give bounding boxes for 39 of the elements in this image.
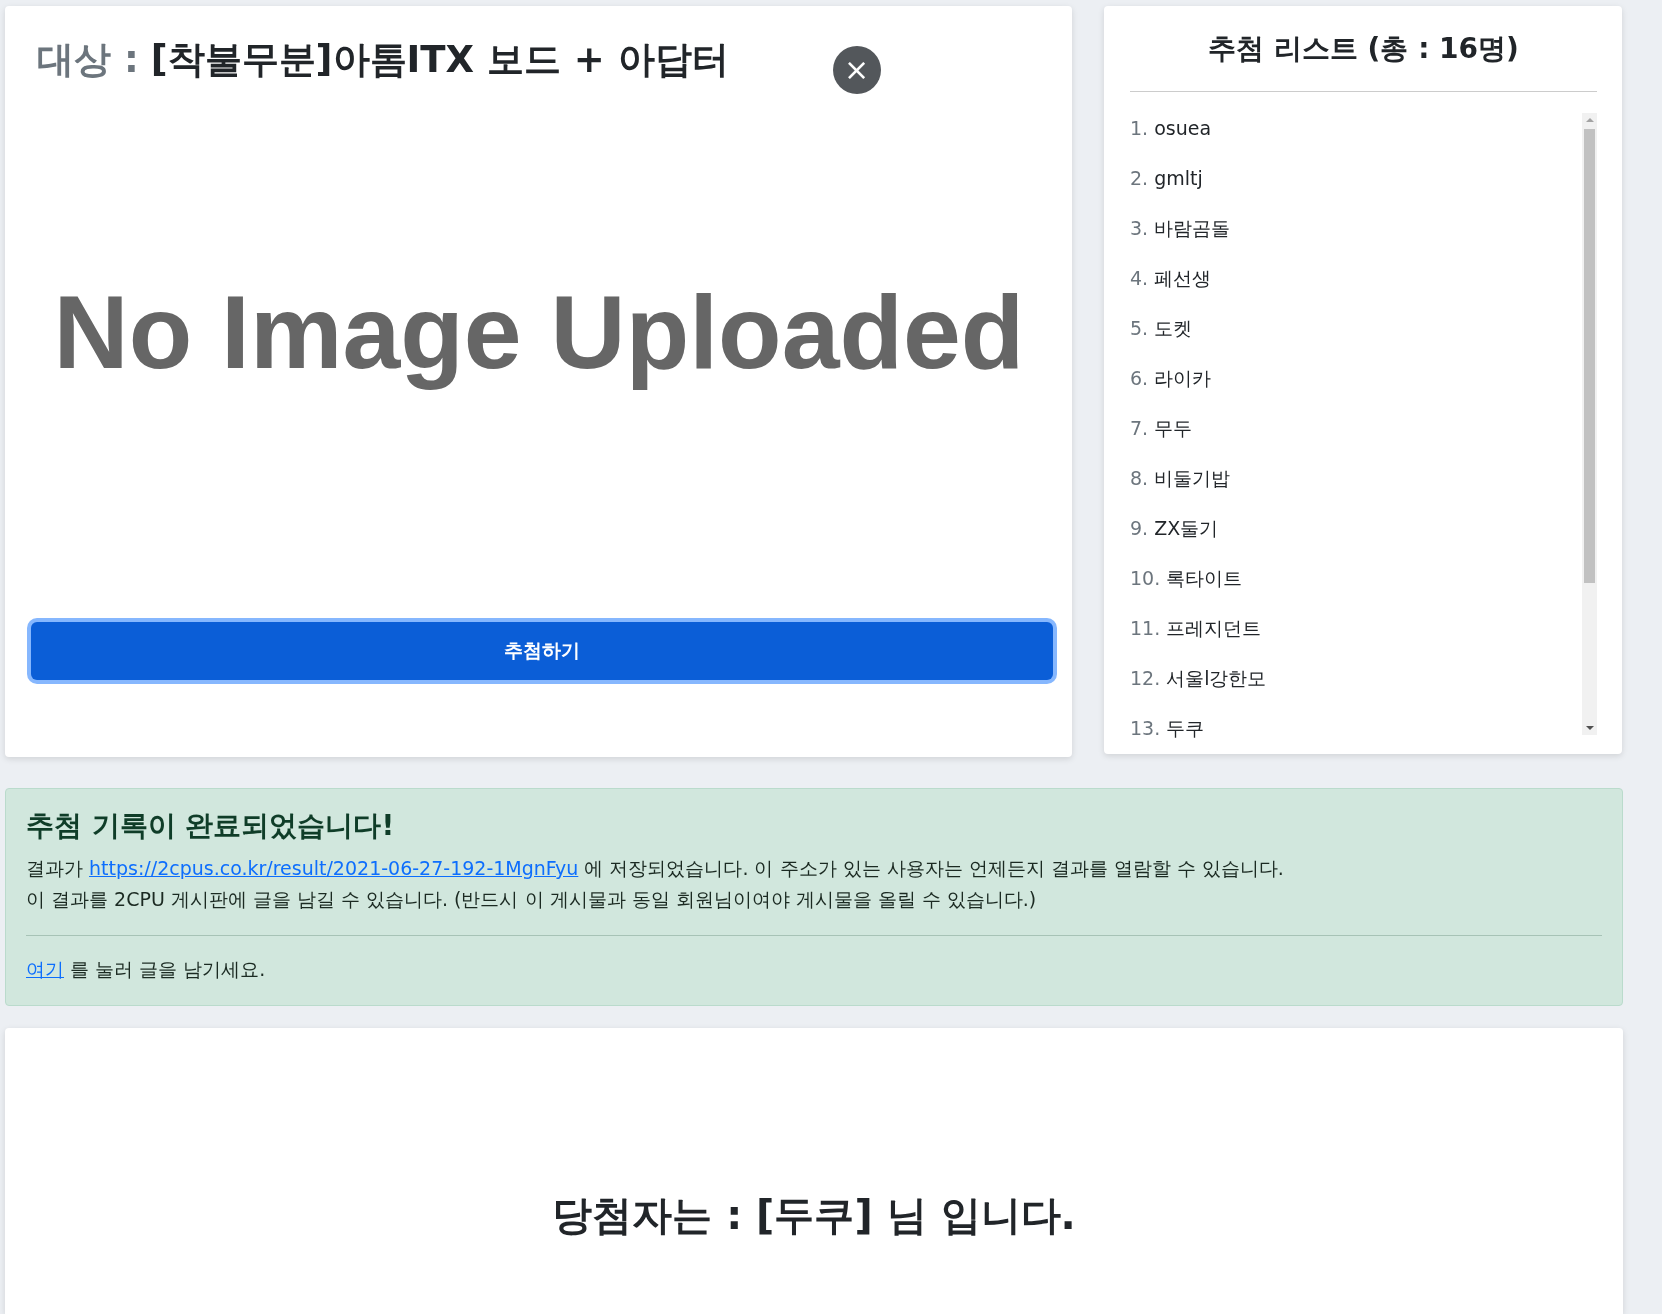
close-button[interactable]: ×	[832, 46, 881, 94]
target-label: 대상 :	[37, 37, 139, 83]
entry-name: 바람곰돌	[1154, 216, 1231, 241]
entry-list-title: 추첨 리스트 (총 : 16명)	[1130, 6, 1597, 92]
entry-number: 1.	[1130, 116, 1149, 141]
entry-name: 무두	[1154, 416, 1193, 441]
entry-name: ZX둘기	[1154, 516, 1219, 541]
target-title: [착불무분]아톰ITX 보드 + 아답터	[150, 37, 729, 83]
result-link[interactable]: https://2cpus.co.kr/result/2021-06-27-192-1MgnFyu	[89, 857, 579, 879]
entry-name: 도켓	[1154, 316, 1193, 341]
entry-number: 10.	[1130, 566, 1161, 591]
entry-number: 9.	[1130, 516, 1149, 541]
entry-number: 8.	[1130, 466, 1149, 491]
entry-number: 2.	[1130, 166, 1149, 191]
winner-text: 당첨자는 : [두쿠] 님 입니다.	[552, 1191, 1076, 1240]
entry-number: 13.	[1130, 716, 1161, 741]
entry-number: 11.	[1130, 616, 1161, 641]
entry-name: 라이카	[1154, 366, 1212, 391]
entry-name: osuea	[1154, 116, 1212, 141]
post-instruction-text: 여기 를 눌러 글을 남기세요.	[26, 957, 267, 982]
entry-name: 페선생	[1154, 266, 1212, 291]
entry-name: gmltj	[1154, 166, 1203, 191]
entry-name: 프레지던트	[1166, 616, 1262, 641]
entry-name: 두쿠	[1166, 716, 1205, 741]
entry-number: 6.	[1130, 366, 1149, 391]
entry-number: 4.	[1130, 266, 1149, 291]
board-notice-text: 이 결과를 2CPU 게시판에 글을 남길 수 있습니다. (반드시 이 게시물과 동일 회원님이여야 게시물을 올릴 수 있습니다.)	[26, 887, 1038, 912]
entry-name: 서울l강한모	[1166, 666, 1267, 691]
entry-number: 12.	[1130, 666, 1161, 691]
entry-number: 3.	[1130, 216, 1149, 241]
entry-number: 7.	[1130, 416, 1149, 441]
entry-name: 록타이트	[1166, 566, 1243, 591]
result-saved-text: 결과가 https://2cpus.co.kr/result/2021-06-27-192-1MgnFyu 에 저장되었습니다. 이 주소가 있는 사용자는 언제든지 결과를 열람할 수 있습니다.	[26, 856, 1285, 881]
entry-name: 비둘기밥	[1154, 466, 1231, 491]
scrollbar[interactable]	[1582, 113, 1597, 735]
alert-heading: 추첨 기록이 완료되었습니다!	[26, 808, 396, 844]
here-link[interactable]: 여기	[26, 958, 64, 980]
no-image-text: No Image Uploaded	[53, 272, 1025, 392]
entry-number: 5.	[1130, 316, 1149, 341]
